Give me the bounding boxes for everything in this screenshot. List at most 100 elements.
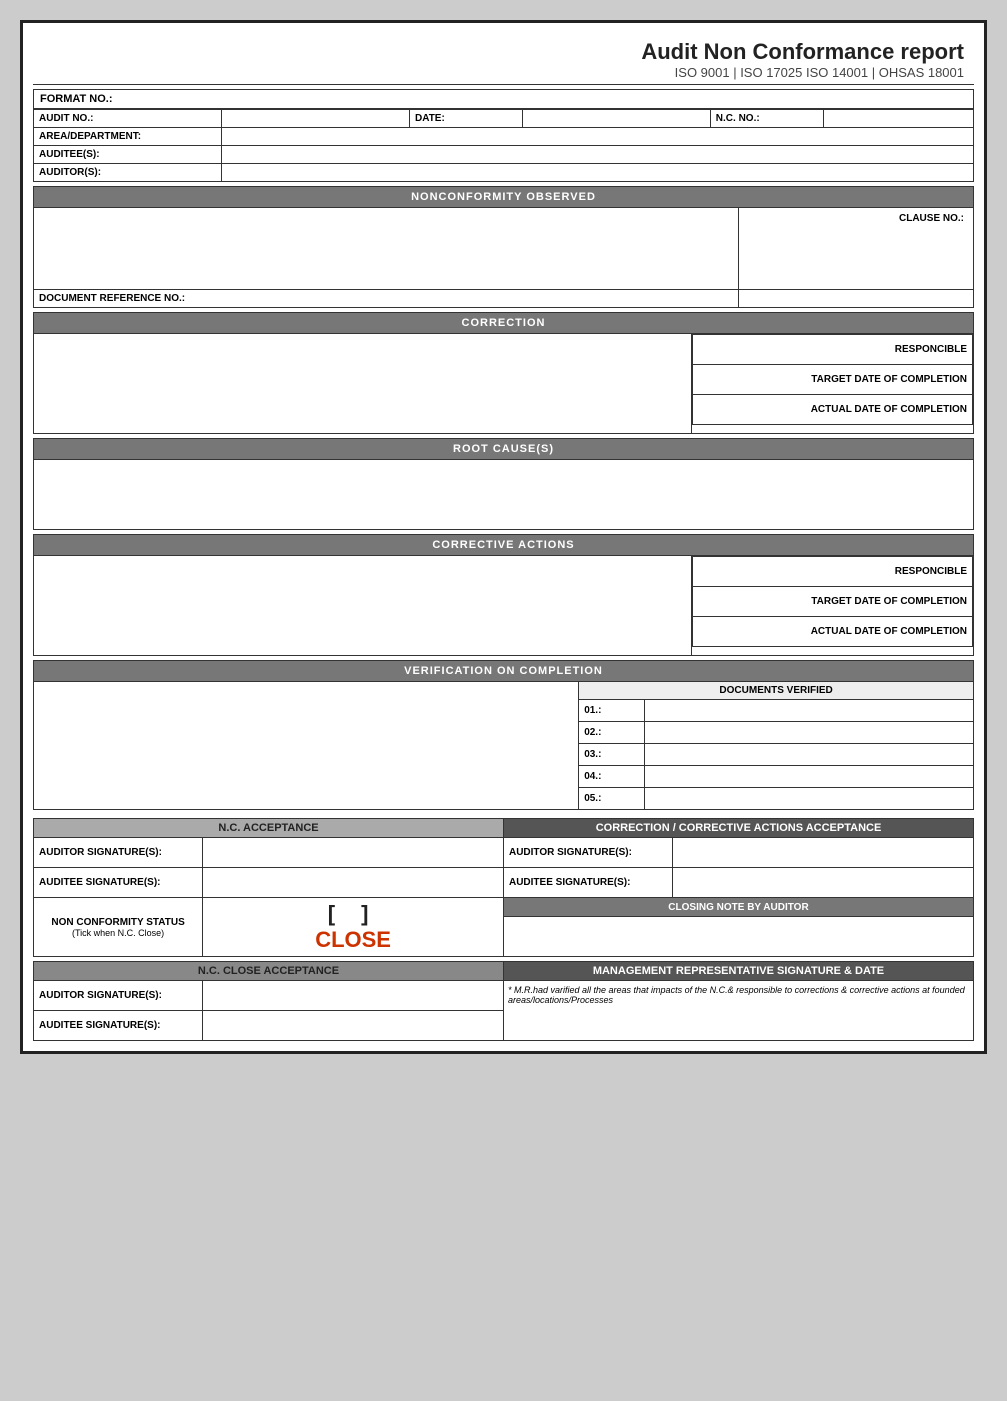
responsible-1-label: RESPONCIBLE	[693, 335, 973, 365]
closing-note-header: CLOSING NOTE BY AUDITOR	[503, 898, 973, 917]
root-cause-table: ROOT CAUSE(S)	[33, 438, 974, 530]
audit-no-label: AUDIT NO.:	[34, 110, 222, 128]
doc-value-2[interactable]	[644, 722, 973, 744]
nonconformity-table: NONCONFORMITY OBSERVED CLAUSE NO.: DOCUM…	[33, 186, 974, 308]
clause-no-cell: CLAUSE NO.:	[739, 208, 974, 290]
nonconformity-header: NONCONFORMITY OBSERVED	[34, 187, 974, 208]
corrective-right-table: RESPONCIBLE TARGET DATE OF COMPLETION AC…	[692, 556, 973, 647]
auditor-sig-1-label: AUDITOR SIGNATURE(S):	[34, 838, 203, 868]
closing-note-content[interactable]	[503, 917, 973, 957]
doc-value-5[interactable]	[644, 788, 973, 810]
auditor-row: AUDITOR(S):	[34, 164, 974, 182]
correction-right-table: RESPONCIBLE TARGET DATE OF COMPLETION AC…	[692, 334, 973, 425]
date-value[interactable]	[522, 110, 710, 128]
doc-label-3: 03.:	[579, 744, 645, 766]
date-label: DATE:	[410, 110, 523, 128]
nonconformity-header-row: NONCONFORMITY OBSERVED	[34, 187, 974, 208]
corrective-right-col: RESPONCIBLE TARGET DATE OF COMPLETION AC…	[692, 556, 974, 656]
audit-date-nc-row: AUDIT NO.: DATE: N.C. NO.:	[34, 110, 974, 128]
nc-close-table: N.C. CLOSE ACCEPTANCE MANAGEMENT REPRESE…	[33, 961, 974, 1041]
acceptance-headers-row: N.C. ACCEPTANCE CORRECTION / CORRECTIVE …	[34, 819, 974, 838]
auditee-sig-1-label: AUDITEE SIGNATURE(S):	[34, 868, 203, 898]
auditor-value[interactable]	[222, 164, 974, 182]
corrective-actions-content-row: RESPONCIBLE TARGET DATE OF COMPLETION AC…	[34, 556, 974, 656]
corrective-actions-content[interactable]	[34, 556, 692, 656]
nc-acceptance-header: N.C. ACCEPTANCE	[34, 819, 504, 838]
correction-content-row: RESPONCIBLE TARGET DATE OF COMPLETION AC…	[34, 334, 974, 434]
correction-right-col: RESPONCIBLE TARGET DATE OF COMPLETION AC…	[692, 334, 974, 434]
nonconformity-content-row: CLAUSE NO.:	[34, 208, 974, 290]
verification-content[interactable]	[34, 682, 579, 810]
root-cause-header-row: ROOT CAUSE(S)	[34, 439, 974, 460]
auditee-sig-2-label: AUDITEE SIGNATURE(S):	[503, 868, 672, 898]
target-date-2-row: TARGET DATE OF COMPLETION	[693, 587, 973, 617]
root-cause-header: ROOT CAUSE(S)	[34, 439, 974, 460]
clause-no-value[interactable]	[744, 226, 968, 286]
nc-close-acceptance-header: N.C. CLOSE ACCEPTANCE	[34, 962, 504, 981]
format-no-label: FORMAT NO.:	[40, 93, 113, 105]
nonconformity-content[interactable]	[34, 208, 739, 290]
auditee-sig-3-value[interactable]	[203, 1011, 504, 1041]
verification-table: VERIFICATION ON COMPLETION DOCUMENTS VER…	[33, 660, 974, 810]
correction-acceptance-header: CORRECTION / CORRECTIVE ACTIONS ACCEPTAN…	[503, 819, 973, 838]
doc-ref-value[interactable]	[739, 290, 974, 308]
auditee-label: AUDITEE(S):	[34, 146, 222, 164]
mr-note: * M.R.had varified all the areas that im…	[503, 981, 973, 1041]
doc-value-4[interactable]	[644, 766, 973, 788]
auditor-sig-1-value[interactable]	[203, 838, 504, 868]
actual-date-2-label: ACTUAL DATE OF COMPLETION	[693, 617, 973, 647]
auditor-sig-3-value[interactable]	[203, 981, 504, 1011]
mgmt-rep-header: MANAGEMENT REPRESENTATIVE SIGNATURE & DA…	[503, 962, 973, 981]
corrective-actions-header-row: CORRECTIVE ACTIONS	[34, 535, 974, 556]
corrective-actions-table: CORRECTIVE ACTIONS RESPONCIBLE TARGET DA…	[33, 534, 974, 656]
nc-status-value-cell[interactable]: [ ] CLOSE	[203, 898, 504, 957]
audit-no-value[interactable]	[222, 110, 410, 128]
auditee-value[interactable]	[222, 146, 974, 164]
responsible-2-row: RESPONCIBLE	[693, 557, 973, 587]
nc-status-row: NON CONFORMITY STATUS (Tick when N.C. Cl…	[34, 898, 974, 917]
area-label: AREA/DEPARTMENT:	[34, 128, 222, 146]
top-fields-table: AUDIT NO.: DATE: N.C. NO.: AREA/DEPARTME…	[33, 109, 974, 182]
correction-table: CORRECTION RESPONCIBLE TARGET DATE OF CO…	[33, 312, 974, 434]
auditee-sig-row-1: AUDITEE SIGNATURE(S): AUDITEE SIGNATURE(…	[34, 868, 974, 898]
auditor-sig-3-label: AUDITOR SIGNATURE(S):	[34, 981, 203, 1011]
nc-close-headers-row: N.C. CLOSE ACCEPTANCE MANAGEMENT REPRESE…	[34, 962, 974, 981]
doc-ref-label: DOCUMENT REFERENCE NO.:	[34, 290, 739, 308]
responsible-2-label: RESPONCIBLE	[693, 557, 973, 587]
auditee-sig-1-value[interactable]	[203, 868, 504, 898]
acceptance-table: N.C. ACCEPTANCE CORRECTION / CORRECTIVE …	[33, 818, 974, 957]
root-cause-content-row	[34, 460, 974, 530]
format-no-row: FORMAT NO.:	[33, 89, 974, 109]
doc-ref-row: DOCUMENT REFERENCE NO.:	[34, 290, 974, 308]
verification-docs-header-row: DOCUMENTS VERIFIED	[34, 682, 974, 700]
form-title: Audit Non Conformance report	[43, 39, 964, 65]
verification-header-row: VERIFICATION ON COMPLETION	[34, 661, 974, 682]
nc-status-label: NON CONFORMITY STATUS	[39, 917, 197, 928]
nc-status-sub: (Tick when N.C. Close)	[39, 928, 197, 938]
docs-verified-label: DOCUMENTS VERIFIED	[579, 682, 974, 700]
form-subtitle: ISO 9001 | ISO 17025 ISO 14001 | OHSAS 1…	[43, 65, 964, 80]
nc-no-value[interactable]	[823, 110, 973, 128]
doc-value-3[interactable]	[644, 744, 973, 766]
correction-content[interactable]	[34, 334, 692, 434]
root-cause-content[interactable]	[34, 460, 974, 530]
auditee-sig-2-value[interactable]	[673, 868, 974, 898]
close-text: CLOSE	[208, 927, 498, 953]
target-date-1-row: TARGET DATE OF COMPLETION	[693, 365, 973, 395]
auditor-label: AUDITOR(S):	[34, 164, 222, 182]
responsible-1-row: RESPONCIBLE	[693, 335, 973, 365]
auditor-sig-2-label: AUDITOR SIGNATURE(S):	[503, 838, 672, 868]
correction-header: CORRECTION	[34, 313, 974, 334]
doc-label-1: 01.:	[579, 700, 645, 722]
correction-header-row: CORRECTION	[34, 313, 974, 334]
form-header: Audit Non Conformance report ISO 9001 | …	[33, 33, 974, 85]
nc-no-label: N.C. NO.:	[710, 110, 823, 128]
auditee-row: AUDITEE(S):	[34, 146, 974, 164]
nc-status-cell: NON CONFORMITY STATUS (Tick when N.C. Cl…	[34, 898, 203, 957]
actual-date-1-row: ACTUAL DATE OF COMPLETION	[693, 395, 973, 425]
form-container: Audit Non Conformance report ISO 9001 | …	[20, 20, 987, 1054]
area-value[interactable]	[222, 128, 974, 146]
auditor-sig-2-value[interactable]	[673, 838, 974, 868]
auditee-sig-3-label: AUDITEE SIGNATURE(S):	[34, 1011, 203, 1041]
doc-value-1[interactable]	[644, 700, 973, 722]
